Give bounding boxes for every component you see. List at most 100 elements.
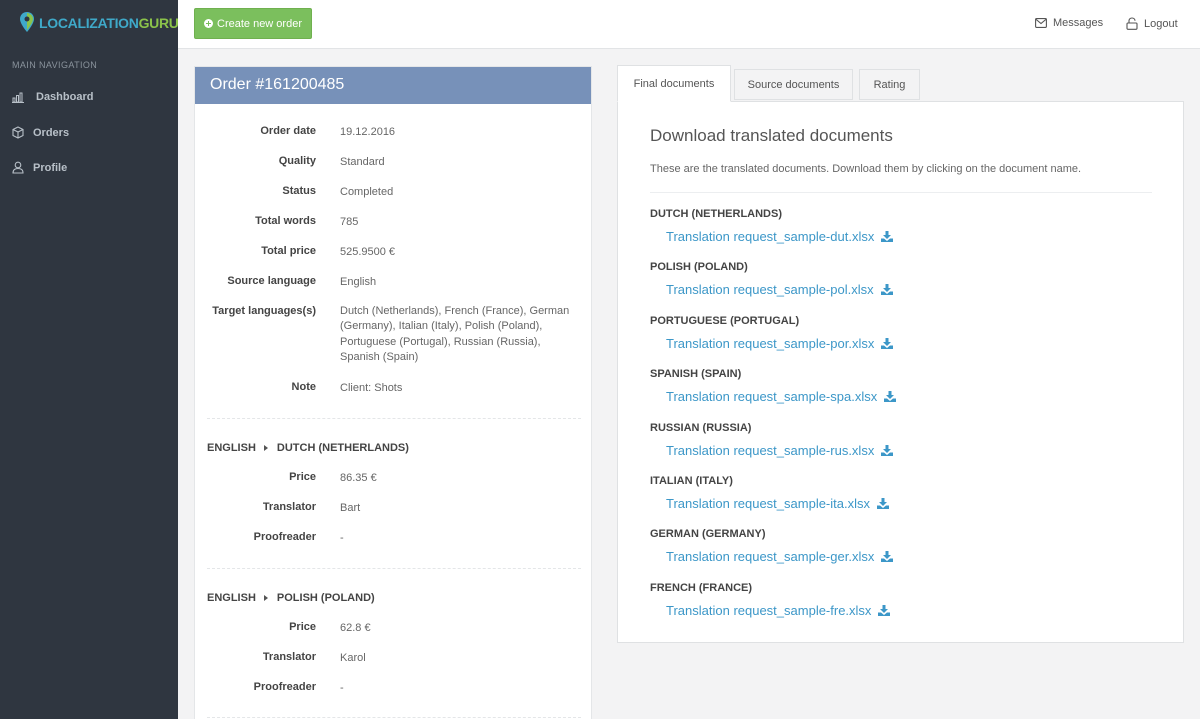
brand-name: LOCALIZATIONGURU	[39, 15, 179, 31]
logout-label: Logout	[1144, 17, 1178, 30]
envelope-icon	[1035, 18, 1047, 28]
field-value: Standard	[340, 156, 385, 168]
download-icon	[880, 284, 893, 296]
sidebar-item-dashboard[interactable]: Dashboard	[12, 91, 93, 103]
document-download-link[interactable]: Translation request_sample-rus.xlsx	[666, 442, 894, 458]
field-value: -	[340, 532, 344, 544]
document-file-name: Translation request_sample-spa.xlsx	[666, 389, 878, 405]
pair-target: POLISH (POLAND)	[276, 592, 375, 604]
field-label: Proofreader	[253, 681, 316, 693]
document-file-name: Translation request_sample-ita.xlsx	[666, 496, 870, 511]
language-pair-heading: ENGLISH POLISH (POLAND)	[207, 592, 375, 604]
language-pair-heading: ENGLISH DUTCH (NETHERLANDS)	[207, 442, 409, 454]
caret-right-icon	[263, 445, 268, 451]
document-download-link[interactable]: Translation request_sample-ger.xlsx	[666, 549, 894, 565]
document-file-name: Translation request_sample-rus.xlsx	[666, 442, 875, 458]
download-icon	[881, 231, 894, 242]
download-icon	[884, 391, 897, 403]
order-title: Order #161200485	[195, 67, 591, 104]
document-download-link[interactable]: Translation request_sample-fre.xlsx	[666, 602, 891, 618]
field-value: Dutch (Netherlands), French (France), Ge…	[340, 305, 570, 363]
caret-right-icon	[263, 595, 268, 601]
sidebar-item-label: Orders	[33, 126, 70, 139]
order-details-panel: Order #161200485 Order date 19.12.2016 Q…	[194, 66, 592, 719]
field-value: 19.12.2016	[340, 126, 396, 138]
field-label: Order date	[260, 125, 316, 137]
pair-target: DUTCH (NETHERLANDS)	[276, 442, 409, 454]
download-icon	[881, 337, 894, 349]
document-language-label: DUTCH (NETHERLANDS)	[650, 208, 782, 220]
lock-icon	[1126, 17, 1138, 30]
brand-logo[interactable]: LOCALIZATIONGURU	[20, 12, 179, 34]
field-value: English	[340, 276, 377, 288]
document-file-name: Translation request_sample-fre.xlsx	[666, 602, 872, 618]
user-icon	[12, 161, 24, 174]
field-label: Source language	[227, 275, 316, 287]
top-bar: Create new order Messages Logout	[178, 0, 1200, 49]
map-pin-icon	[20, 12, 34, 32]
sidebar-item-orders[interactable]: Orders	[12, 126, 69, 139]
field-label: Target languages(s)	[212, 305, 316, 317]
field-label: Quality	[278, 155, 316, 167]
download-icon	[881, 444, 894, 456]
document-language-label: PORTUGUESE (PORTUGAL)	[650, 314, 800, 327]
divider	[650, 192, 1152, 193]
pair-source: ENGLISH	[207, 442, 256, 454]
box-icon	[12, 126, 24, 139]
tab-final-documents[interactable]: Final documents	[617, 65, 731, 102]
field-value: Client: Shots	[340, 382, 403, 394]
field-value: -	[340, 682, 344, 694]
tab-rating[interactable]: Rating	[859, 69, 920, 100]
nav-heading: MAIN NAVIGATION	[12, 60, 98, 70]
document-file-name: Translation request_sample-ger.xlsx	[666, 549, 875, 565]
document-download-link[interactable]: Translation request_sample-dut.xlsx	[666, 229, 894, 244]
bar-chart-icon	[12, 92, 24, 103]
divider	[207, 418, 581, 419]
logout-link[interactable]: Logout	[1126, 17, 1178, 30]
download-icon	[881, 551, 894, 563]
document-download-link[interactable]: Translation request_sample-pol.xlsx	[666, 282, 893, 297]
field-value: 62.8 €	[340, 622, 371, 634]
divider	[207, 568, 581, 569]
field-label: Total words	[255, 215, 316, 227]
document-download-link[interactable]: Translation request_sample-ita.xlsx	[666, 496, 889, 511]
download-icon	[877, 498, 889, 509]
field-value: Completed	[340, 186, 394, 198]
document-file-name: Translation request_sample-por.xlsx	[666, 335, 875, 351]
pair-source: ENGLISH	[207, 592, 256, 604]
messages-link[interactable]: Messages	[1035, 17, 1103, 29]
field-label: Note	[291, 381, 316, 393]
documents-subtitle: These are the translated documents. Down…	[650, 163, 1082, 175]
field-label: Proofreader	[253, 531, 316, 543]
plus-circle-icon	[204, 19, 213, 28]
create-order-button[interactable]: Create new order	[194, 8, 312, 39]
document-language-label: RUSSIAN (RUSSIA)	[650, 421, 752, 434]
documents-panel: Download translated documents These are …	[617, 101, 1184, 643]
document-language-label: FRENCH (FRANCE)	[650, 581, 753, 594]
sidebar-item-label: Profile	[33, 161, 68, 174]
create-order-label: Create new order	[217, 17, 302, 30]
document-download-link[interactable]: Translation request_sample-spa.xlsx	[666, 389, 897, 405]
field-value: 525.9500 €	[340, 246, 396, 258]
tab-source-documents[interactable]: Source documents	[734, 69, 853, 100]
document-file-name: Translation request_sample-dut.xlsx	[666, 229, 875, 244]
download-icon	[878, 604, 891, 616]
field-label: Price	[289, 621, 316, 633]
document-download-link[interactable]: Translation request_sample-por.xlsx	[666, 335, 894, 351]
divider	[207, 717, 581, 718]
sidebar-item-label: Dashboard	[36, 91, 94, 103]
sidebar: LOCALIZATIONGURU MAIN NAVIGATION Dashboa…	[0, 0, 179, 719]
document-file-name: Translation request_sample-pol.xlsx	[666, 282, 874, 298]
field-label: Total price	[261, 245, 316, 257]
field-value: Bart	[340, 502, 361, 514]
document-language-label: POLISH (POLAND)	[650, 261, 748, 274]
messages-label: Messages	[1053, 17, 1104, 29]
document-language-label: ITALIAN (ITALY)	[650, 475, 733, 487]
document-language-label: SPANISH (SPAIN)	[650, 368, 742, 381]
field-label: Translator	[262, 651, 316, 663]
field-value: 86.35 €	[340, 472, 377, 484]
field-label: Translator	[262, 501, 316, 513]
field-value: Karol	[340, 652, 366, 664]
sidebar-item-profile[interactable]: Profile	[12, 161, 67, 174]
field-value: 785	[340, 216, 359, 228]
